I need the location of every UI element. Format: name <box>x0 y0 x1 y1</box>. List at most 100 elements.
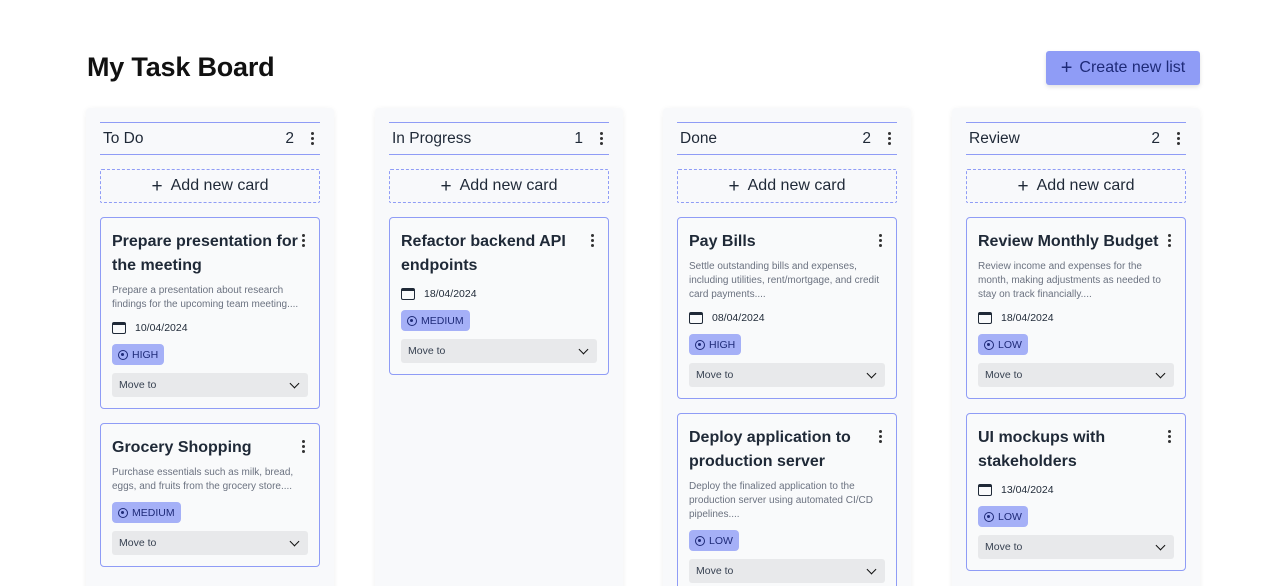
due-date-text: 18/04/2024 <box>424 288 477 300</box>
card-menu-icon[interactable] <box>1164 430 1174 443</box>
add-new-card-button[interactable]: + Add new card <box>100 169 320 203</box>
card-title: UI mockups with stakeholders <box>978 429 1106 470</box>
card-header: Prepare presentation for the meeting <box>112 230 308 278</box>
move-to-label: Move to <box>408 345 446 357</box>
plus-icon: + <box>440 175 452 197</box>
card-title: Review Monthly Budget <box>978 233 1159 250</box>
move-to-label: Move to <box>119 379 157 391</box>
column-menu-icon[interactable] <box>884 132 894 145</box>
card-menu-icon[interactable] <box>875 430 885 443</box>
card-title: Prepare presentation for the meeting <box>112 233 298 274</box>
add-new-card-button[interactable]: + Add new card <box>966 169 1186 203</box>
create-new-list-button[interactable]: + Create new list <box>1046 51 1200 85</box>
target-icon <box>695 339 705 350</box>
move-to-select[interactable]: Move to <box>689 363 885 387</box>
card-header: Deploy application to production server <box>689 426 885 474</box>
card-due-date: 18/04/2024 <box>978 310 1174 326</box>
task-card[interactable]: UI mockups with stakeholders 13/04/2024 LO… <box>966 413 1186 571</box>
task-card[interactable]: Pay Bills Settle outstanding bills and ex… <box>677 217 897 399</box>
calendar-icon <box>978 484 992 496</box>
target-icon <box>118 349 128 360</box>
card-description: Prepare a presentation about research fi… <box>112 285 299 310</box>
add-new-card-button[interactable]: + Add new card <box>677 169 897 203</box>
move-to-label: Move to <box>985 541 1023 553</box>
column-menu-icon[interactable] <box>1173 132 1183 145</box>
move-to-select[interactable]: Move to <box>112 531 308 555</box>
move-to-select[interactable]: Move to <box>978 363 1174 387</box>
target-icon <box>984 339 994 350</box>
card-due-date: 08/04/2024 <box>689 310 885 326</box>
task-card[interactable]: Review Monthly Budget Review income and e… <box>966 217 1186 399</box>
card-title: Pay Bills <box>689 233 756 250</box>
priority-label: HIGH <box>709 338 736 351</box>
plus-icon: + <box>151 175 163 197</box>
card-menu-icon[interactable] <box>298 234 308 247</box>
add-new-card-label: Add new card <box>170 177 269 194</box>
chevron-down-icon <box>289 536 300 546</box>
task-card[interactable]: Grocery Shopping Purchase essentials such… <box>100 423 320 567</box>
priority-badge: LOW <box>978 506 1028 527</box>
column-review: Review 2 + Add new card Review Monthly Budge… <box>952 108 1200 586</box>
due-date-text: 10/04/2024 <box>135 322 188 334</box>
move-to-select[interactable]: Move to <box>689 559 885 583</box>
plus-icon: + <box>1060 57 1073 79</box>
priority-label: LOW <box>998 338 1022 351</box>
priority-label: HIGH <box>132 348 159 361</box>
card-header: Grocery Shopping <box>112 436 308 460</box>
card-description: Purchase essentials such as milk, bread,… <box>112 467 294 492</box>
card-title: Refactor backend API endpoints <box>401 233 566 274</box>
priority-badge: LOW <box>689 530 739 551</box>
card-description: Settle outstanding bills and expenses, i… <box>689 261 880 300</box>
column-title: In Progress <box>392 129 472 147</box>
column-menu-icon[interactable] <box>596 132 606 145</box>
card-header: Pay Bills <box>689 230 885 254</box>
column-header: Review 2 <box>966 122 1186 155</box>
page-title: My Task Board <box>87 52 275 82</box>
chevron-down-icon <box>1155 540 1166 550</box>
calendar-icon <box>401 288 415 300</box>
card-menu-icon[interactable] <box>298 440 308 453</box>
column-to-do: To Do 2 + Add new card Prepare presentation … <box>86 108 334 586</box>
add-new-card-label: Add new card <box>747 177 846 194</box>
priority-label: LOW <box>709 534 733 547</box>
move-to-select[interactable]: Move to <box>978 535 1174 559</box>
column-done: Done 2 + Add new card Pay Bills Settle outsta… <box>663 108 911 586</box>
priority-label: MEDIUM <box>132 506 175 519</box>
chevron-down-icon <box>866 564 877 574</box>
move-to-label: Move to <box>119 537 157 549</box>
due-date-text: 08/04/2024 <box>712 312 765 324</box>
task-card[interactable]: Refactor backend API endpoints 18/04/2024… <box>389 217 609 375</box>
chevron-down-icon <box>866 368 877 378</box>
column-header: In Progress 1 <box>389 122 609 155</box>
card-menu-icon[interactable] <box>587 234 597 247</box>
calendar-icon <box>978 312 992 324</box>
due-date-text: 13/04/2024 <box>1001 484 1054 496</box>
add-new-card-button[interactable]: + Add new card <box>389 169 609 203</box>
card-description: Deploy the finalized application to the … <box>689 481 873 520</box>
card-due-date: 10/04/2024 <box>112 320 308 336</box>
column-card-count: 2 <box>1151 129 1160 147</box>
priority-badge: HIGH <box>112 344 165 365</box>
plus-icon: + <box>728 175 740 197</box>
move-to-select[interactable]: Move to <box>401 339 597 363</box>
add-new-card-label: Add new card <box>459 177 558 194</box>
card-menu-icon[interactable] <box>875 234 885 247</box>
column-card-count: 1 <box>574 129 583 147</box>
chevron-down-icon <box>1155 368 1166 378</box>
move-to-label: Move to <box>985 369 1023 381</box>
priority-label: MEDIUM <box>421 314 464 327</box>
move-to-select[interactable]: Move to <box>112 373 308 397</box>
chevron-down-icon <box>289 378 300 388</box>
card-header: Refactor backend API endpoints <box>401 230 597 278</box>
card-title: Deploy application to production server <box>689 429 851 470</box>
card-menu-icon[interactable] <box>1164 234 1174 247</box>
column-card-count: 2 <box>862 129 871 147</box>
task-card[interactable]: Prepare presentation for the meeting Prep… <box>100 217 320 409</box>
move-to-label: Move to <box>696 565 734 577</box>
priority-label: LOW <box>998 510 1022 523</box>
task-card[interactable]: Deploy application to production server D… <box>677 413 897 586</box>
plus-icon: + <box>1017 175 1029 197</box>
card-due-date: 18/04/2024 <box>401 286 597 302</box>
column-menu-icon[interactable] <box>307 132 317 145</box>
move-to-label: Move to <box>696 369 734 381</box>
